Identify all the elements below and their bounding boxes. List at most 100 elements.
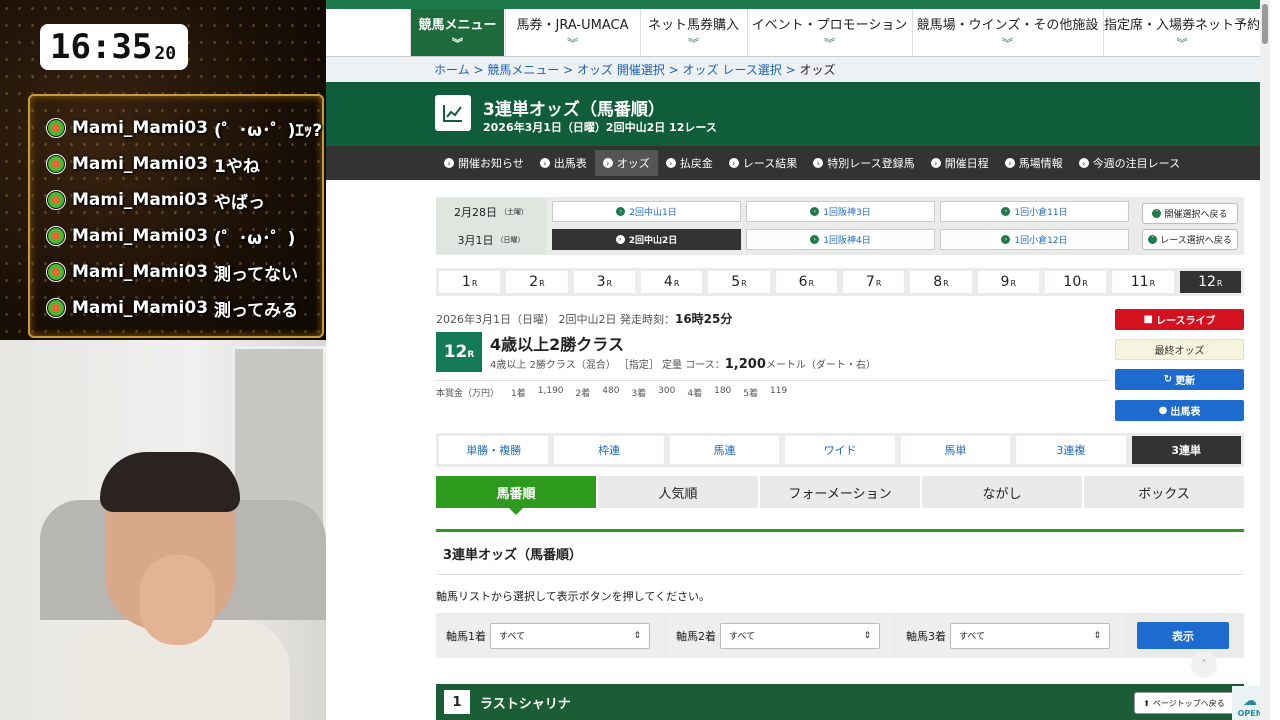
- race-live-label: レースライブ: [1155, 316, 1216, 327]
- subnav-entries[interactable]: › 出馬表: [532, 150, 595, 176]
- race-tab[interactable]: 4R: [640, 271, 703, 293]
- back-label: 開催選択へ戻る: [1164, 210, 1228, 220]
- subnav-odds[interactable]: › オッズ: [594, 150, 658, 176]
- venue-label: 1回阪神3日: [823, 208, 871, 218]
- page-scrollbar[interactable]: [1260, 0, 1270, 720]
- date-label: 2月28日 （土曜）: [436, 198, 546, 226]
- subnav-featured[interactable]: › 今週の注目レース: [1071, 150, 1188, 176]
- prize-place: 1着: [511, 389, 526, 399]
- chat-text: やばっ: [214, 192, 266, 213]
- race-tab[interactable]: 3R: [573, 271, 635, 293]
- final-odds-badge: 最終オッズ: [1115, 339, 1244, 360]
- horse-name: ラストシャリナ: [480, 696, 571, 712]
- venue-button[interactable]: › 1回小倉11日: [940, 201, 1129, 222]
- ticket-tab-selected[interactable]: 3連単: [1131, 436, 1241, 464]
- race-tab[interactable]: 1R: [439, 271, 501, 293]
- prize-amount: 480: [602, 386, 620, 396]
- arrow-right-icon: ›: [616, 207, 626, 216]
- entries-button[interactable]: ● 出馬表: [1115, 400, 1244, 421]
- breadcrumb-odds-kaisai[interactable]: オッズ 開催選択: [577, 63, 665, 77]
- subnav-schedule[interactable]: › 開催日程: [923, 150, 997, 176]
- chat-text: 1やね: [214, 156, 260, 177]
- refresh-button[interactable]: ↻ 更新: [1115, 369, 1244, 390]
- nav-keiba-menu[interactable]: 競馬メニュー ︾: [410, 9, 504, 56]
- nav-baken[interactable]: 馬券・JRA-UMACA ︾: [505, 9, 639, 56]
- venue-label: 2回中山1日: [629, 208, 677, 218]
- prize-amount: 119: [770, 386, 788, 396]
- venue-button[interactable]: › 1回阪神3日: [746, 201, 935, 222]
- arrow-right-icon: ›: [728, 158, 739, 168]
- race-tab[interactable]: 9R: [977, 271, 1039, 293]
- instruction-text: 軸馬リストから選択して表示ボタンを押してください。: [436, 590, 711, 603]
- back-to-race-button[interactable]: ˄ レース選択へ戻る: [1142, 229, 1238, 250]
- back-to-kaisai-button[interactable]: ˄ 開催選択へ戻る: [1142, 203, 1238, 224]
- subnav-payout[interactable]: › 払戻金: [658, 150, 721, 176]
- date-dow: （日曜）: [496, 236, 525, 244]
- nav-net-purchase[interactable]: ネット馬券購入 ︾: [640, 9, 746, 56]
- breadcrumb-home[interactable]: ホーム: [434, 63, 470, 77]
- chart-icon: [435, 95, 471, 131]
- sort-tab[interactable]: 人気順: [598, 476, 758, 508]
- clock-hours-minutes: 16:35: [50, 27, 153, 67]
- venue-button[interactable]: › 2回中山1日: [552, 201, 741, 222]
- chat-user: Mami_Mami03: [72, 226, 209, 246]
- sort-tab-selected[interactable]: 馬番順: [436, 476, 596, 515]
- ticket-tab[interactable]: 3連複: [1016, 436, 1126, 464]
- race-tab[interactable]: 8R: [910, 271, 972, 293]
- venue-button[interactable]: › 1回小倉12日: [940, 229, 1129, 250]
- nav-events[interactable]: イベント・プロモーション ︾: [747, 9, 911, 56]
- race-tab-num: 9: [1000, 274, 1010, 290]
- section-title: 3連単オッズ（馬番順）: [443, 548, 583, 563]
- race-live-button[interactable]: ■ レースライブ: [1115, 309, 1244, 330]
- axis3-select[interactable]: すべて ⇕: [950, 622, 1110, 649]
- subnav-label: レース結果: [742, 157, 798, 170]
- race-tab-selected[interactable]: 12 R: [1179, 271, 1241, 293]
- subnav-special[interactable]: › 特別レース登録馬: [805, 150, 922, 176]
- race-tab-num: 7: [865, 274, 875, 290]
- race-date: 2026年3月1日（日曜） 2回中山2日 発走時刻：: [436, 313, 675, 326]
- race-tab-num: 10: [1063, 274, 1082, 290]
- nav-facilities[interactable]: 競馬場・ウインズ・その他施設 ︾: [912, 9, 1102, 56]
- ticket-tab[interactable]: 馬単: [900, 436, 1011, 464]
- subnav-results[interactable]: › レース結果: [721, 150, 805, 176]
- chat-message: Mami_Mami03 (゜･ω･゜)ｴｯ?: [46, 114, 322, 142]
- nav-label: ネット馬券購入: [647, 18, 739, 33]
- axis1-select[interactable]: すべて ⇕: [490, 622, 650, 649]
- select-value: すべて: [959, 632, 986, 642]
- race-tab[interactable]: 6R: [775, 271, 837, 293]
- race-tab-suffix: R: [741, 279, 747, 288]
- race-tab-num: 1: [461, 274, 471, 290]
- open-label: OPEN: [1237, 709, 1263, 718]
- ticket-tab[interactable]: 馬連: [669, 436, 780, 464]
- nav-reservations[interactable]: 指定席・入場券ネット予約 ︾: [1103, 9, 1260, 56]
- subnav-notice[interactable]: › 開催お知らせ: [436, 150, 532, 176]
- sort-tab[interactable]: フォーメーション: [760, 476, 920, 508]
- chat-message: Mami_Mami03 測ってみる: [46, 294, 298, 322]
- person-hand: [140, 555, 215, 645]
- date-label: 3月1日 （日曜）: [436, 226, 546, 254]
- sort-tab[interactable]: ながし: [922, 476, 1082, 508]
- show-button[interactable]: 表示: [1137, 622, 1229, 649]
- scrollbar-thumb[interactable]: [1262, 4, 1268, 44]
- race-start-time: 16時25分: [674, 312, 733, 326]
- axis2-select[interactable]: すべて ⇕: [720, 622, 880, 649]
- ticket-tab[interactable]: 単勝・複勝: [439, 436, 549, 464]
- race-number-tabs: 1R 2R 3R 4R 5R 6R 7R 8R 9R 10 R 11 R 12 R: [436, 268, 1244, 296]
- race-tab[interactable]: 11 R: [1112, 271, 1174, 293]
- scroll-up-icon[interactable]: ˄: [1191, 652, 1217, 678]
- subnav-track[interactable]: › 馬場情報: [997, 150, 1071, 176]
- venue-button[interactable]: › 1回阪神4日: [746, 229, 935, 250]
- arrow-up-icon: ˄: [1148, 235, 1158, 244]
- page-top-button[interactable]: ⬆ ページトップへ戻る: [1134, 692, 1234, 714]
- breadcrumb-odds-race[interactable]: オッズ レース選択: [683, 63, 782, 77]
- ticket-tab[interactable]: 枠連: [554, 436, 664, 464]
- breadcrumb-menu[interactable]: 競馬メニュー: [487, 63, 559, 77]
- race-tab[interactable]: 2R: [506, 271, 568, 293]
- race-tab[interactable]: 7R: [842, 271, 905, 293]
- venue-button-selected[interactable]: › 2回中山2日: [552, 229, 741, 250]
- race-tab-suffix: R: [875, 279, 882, 288]
- race-tab[interactable]: 5R: [708, 271, 770, 293]
- race-tab[interactable]: 10 R: [1044, 271, 1107, 293]
- sort-tab[interactable]: ボックス: [1084, 476, 1244, 508]
- ticket-tab[interactable]: ワイド: [785, 436, 895, 464]
